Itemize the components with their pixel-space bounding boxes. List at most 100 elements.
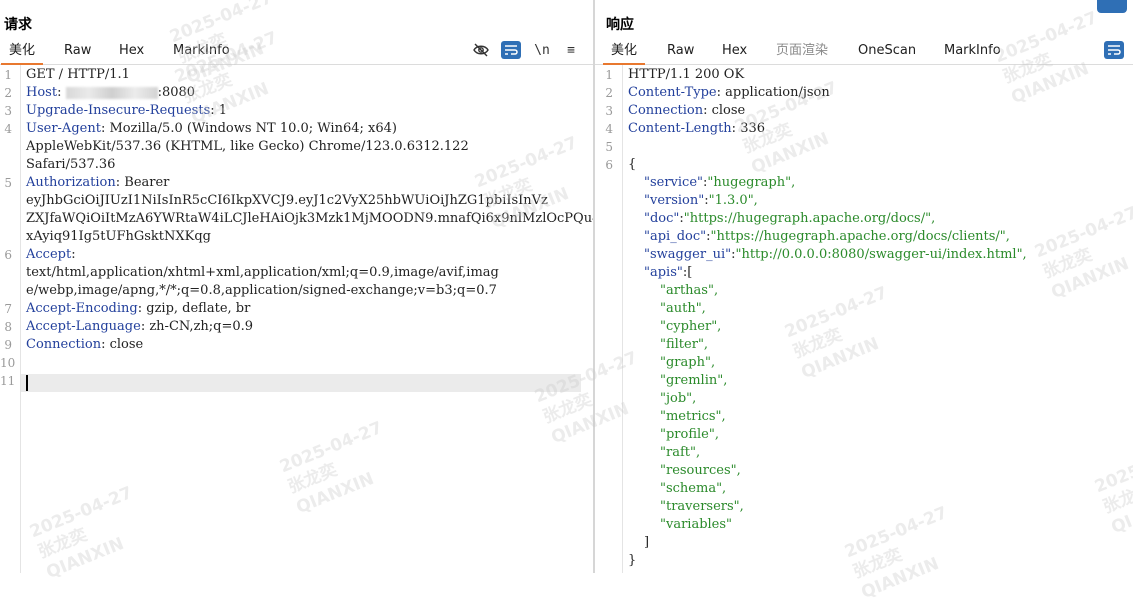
json-key: "apis" [644, 265, 683, 280]
line-text: AppleWebKit/537.36 (KHTML, like Gecko) C… [26, 139, 469, 154]
wrap-icon[interactable] [501, 41, 521, 59]
tab-markinfo[interactable]: MarkInfo [944, 42, 1001, 62]
wrap-icon[interactable] [1104, 41, 1124, 59]
line-number: 9 [4, 338, 12, 352]
request-line: AppleWebKit/537.36 (KHTML, like Gecko) C… [26, 138, 469, 156]
request-line: text/html,application/xhtml+xml,applicat… [26, 264, 499, 282]
header-separator: : [71, 247, 76, 262]
tab-raw[interactable]: Raw [667, 42, 694, 62]
line-number: 5 [605, 140, 613, 154]
json-key: "service" [644, 175, 704, 190]
response-line: "swagger_ui":"http://0.0.0.0:8080/swagge… [644, 246, 1027, 264]
header-separator: : [101, 337, 110, 352]
response-line: "profile", [660, 426, 719, 444]
header-value: Bearer [124, 175, 170, 190]
tab-pretty[interactable]: 美化 [602, 42, 646, 65]
response-editor[interactable]: 1 HTTP/1.1 200 OK 2 Content-Type: applicati… [595, 65, 1133, 573]
header-name: Connection [628, 103, 704, 118]
line-number: 2 [605, 86, 613, 100]
json-array-item: "variables" [660, 517, 733, 532]
response-line: } [628, 552, 636, 570]
json-key: "doc" [644, 211, 680, 226]
tab-hex[interactable]: Hex [119, 42, 144, 62]
json-array-item: "filter", [660, 337, 709, 352]
header-separator: : [731, 121, 741, 136]
response-line: "metrics", [660, 408, 726, 426]
layout-toggle-button[interactable] [1097, 0, 1127, 13]
response-line: { [628, 156, 636, 174]
header-separator: : [716, 85, 726, 100]
newline-toggle[interactable]: \n [532, 41, 552, 59]
line-number: 4 [605, 122, 613, 136]
header-value: close [711, 103, 746, 118]
json-key: "api_doc" [644, 229, 707, 244]
line-number: 6 [605, 158, 613, 172]
json-bracket: ] [644, 535, 650, 550]
header-name: Accept [26, 247, 72, 262]
response-line: HTTP/1.1 200 OK [628, 66, 744, 84]
tab-onescan[interactable]: OneScan [858, 42, 916, 62]
line-text: e/webp,image/apng,*/*;q=0.8,application/… [26, 283, 497, 298]
response-line: "cypher", [660, 318, 721, 336]
tab-render[interactable]: 页面渲染 [776, 42, 828, 62]
header-value: gzip, deflate, br [146, 301, 251, 316]
line-number: 1 [4, 68, 12, 82]
header-name: Authorization [26, 175, 116, 190]
request-line: GET / HTTP/1.1 [26, 66, 130, 84]
tab-hex[interactable]: Hex [722, 42, 747, 62]
line-text: ZXJfaWQiOiItMzA6YWRtaW4iLCJleHAiOjk3Mzk1… [26, 211, 593, 226]
current-line-highlight [21, 374, 581, 392]
header-value: application/json [725, 85, 830, 100]
header-value: :8080 [157, 85, 196, 100]
line-text: HTTP/1.1 200 OK [628, 67, 745, 82]
response-line: "apis":[ [644, 264, 692, 282]
header-name: Content-Length [628, 121, 732, 136]
line-number: 1 [605, 68, 613, 82]
json-string: "http://0.0.0.0:8080/swagger-ui/index.ht… [735, 247, 1027, 262]
request-line: ZXJfaWQiOiItMzA6YWRtaW4iLCJleHAiOjk3Mzk1… [26, 210, 593, 228]
line-number: 4 [4, 122, 12, 136]
request-line: Upgrade-Insecure-Requests: 1 [26, 102, 227, 120]
line-text: eyJhbGciOiJIUzI1NiIsInR5cCI6IkpXVCJ9.eyJ… [26, 193, 548, 208]
line-number: 2 [4, 86, 12, 100]
header-name: Accept-Encoding [26, 301, 138, 316]
header-separator: : [115, 175, 125, 190]
tab-raw[interactable]: Raw [64, 42, 91, 62]
json-array-item: "cypher", [660, 319, 722, 334]
response-line: "version":"1.3.0", [644, 192, 758, 210]
response-line: "variables" [660, 516, 732, 534]
request-line: Accept: [26, 246, 76, 264]
line-number: 5 [4, 176, 12, 190]
line-number: 7 [4, 302, 12, 316]
hide-icon[interactable] [471, 41, 491, 59]
header-value: zh-CN,zh;q=0.9 [149, 319, 254, 334]
request-editor[interactable]: 1 GET / HTTP/1.1 2 Host: :8080 3 Upgrade-Inse… [0, 65, 593, 573]
json-array-item: "auth", [660, 301, 706, 316]
response-title: 响应 [606, 17, 634, 33]
line-number: 10 [0, 356, 16, 370]
request-line: xAyiq91Ig5tUFhGsktNXKqg [26, 228, 211, 246]
json-key: "swagger_ui" [644, 247, 732, 262]
response-line: "api_doc":"https://hugegraph.apache.org/… [644, 228, 1010, 246]
tab-markinfo[interactable]: MarkInfo [173, 42, 230, 62]
menu-icon[interactable]: ≡ [561, 41, 581, 59]
header-value: close [109, 337, 144, 352]
json-array-item: "raft", [660, 445, 701, 460]
response-line: "filter", [660, 336, 708, 354]
header-value: Mozilla/5.0 (Windows NT 10.0; Win64; x64… [109, 121, 397, 136]
text-caret [26, 375, 28, 391]
json-string: "https://hugegraph.apache.org/docs/", [683, 211, 936, 226]
json-array-item: "job", [660, 391, 697, 406]
json-brace: { [628, 157, 637, 172]
response-line: "doc":"https://hugegraph.apache.org/docs… [644, 210, 935, 228]
redacted-host [65, 86, 158, 99]
json-array-item: "gremlin", [660, 373, 728, 388]
json-array-item: "schema", [660, 481, 727, 496]
json-array-item: "profile", [660, 427, 719, 442]
header-separator: : [137, 301, 147, 316]
line-text: xAyiq91Ig5tUFhGsktNXKqg [26, 229, 212, 244]
response-pane: 响应 美化 Raw Hex 页面渲染 OneScan MarkInfo 1 HTT… [595, 0, 1133, 573]
json-array-item: "traversers", [660, 499, 744, 514]
line-number: 6 [4, 248, 12, 262]
tab-pretty[interactable]: 美化 [0, 42, 44, 65]
